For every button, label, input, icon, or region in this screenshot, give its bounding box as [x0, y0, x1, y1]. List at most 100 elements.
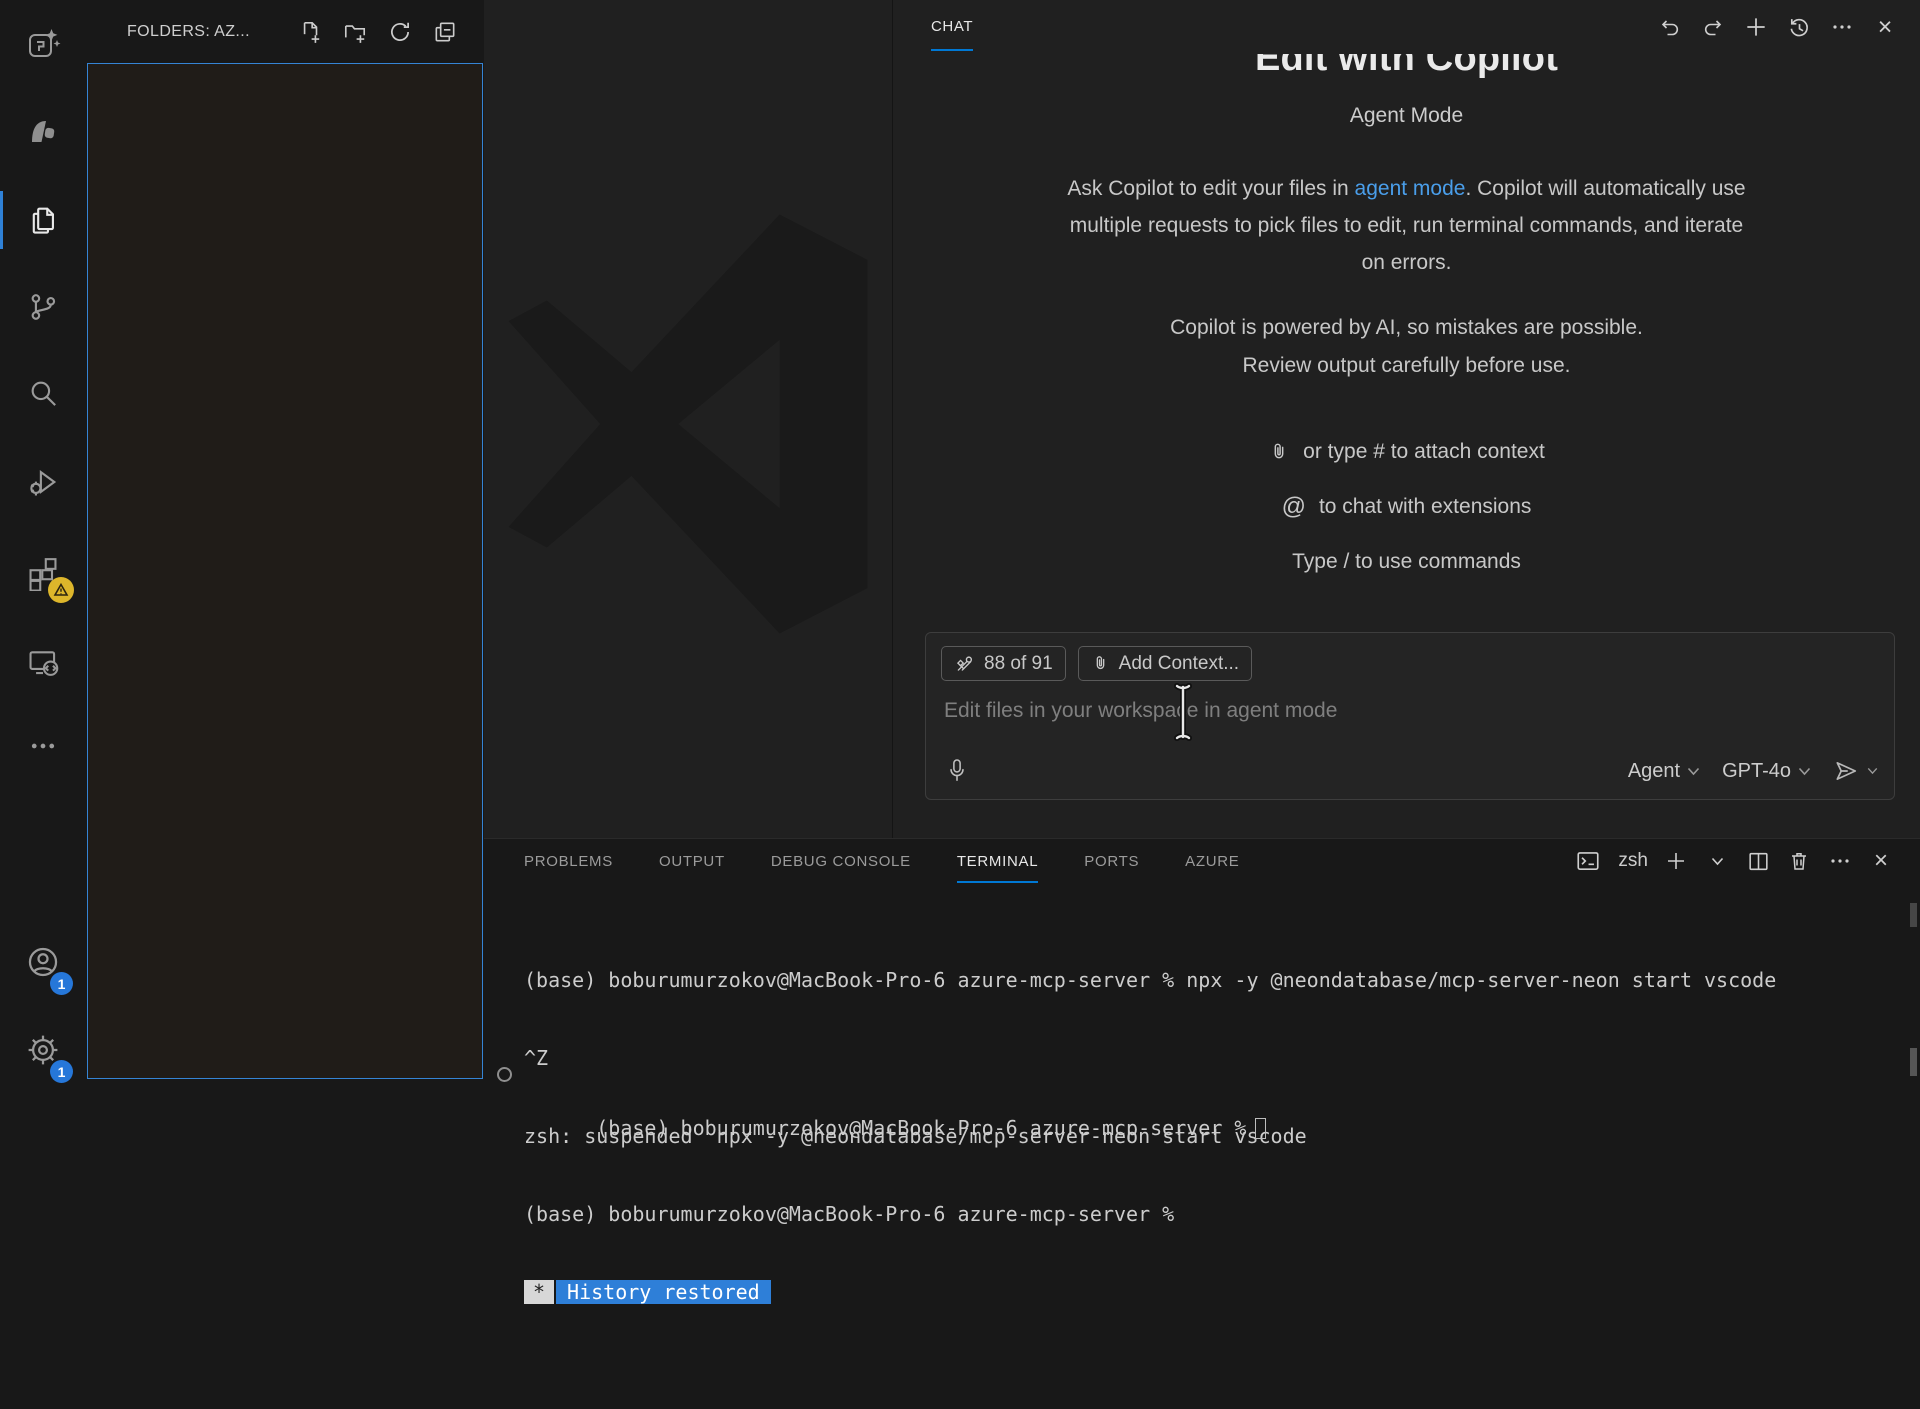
- terminal-line: (base) boburumurzokov@MacBook-Pro-6 azur…: [524, 1201, 1896, 1227]
- tab-chat[interactable]: CHAT: [931, 0, 973, 51]
- model-selector[interactable]: GPT-4o: [1722, 760, 1811, 783]
- panel-actions: zsh ×: [1575, 839, 1894, 883]
- chat-title-container: Edit with Copilot: [893, 54, 1920, 91]
- mode-selector-label: Agent: [1628, 760, 1680, 783]
- git-branch-icon: [26, 290, 60, 324]
- redo-icon[interactable]: [1698, 12, 1728, 42]
- add-context-button[interactable]: Add Context...: [1078, 646, 1252, 681]
- run-debug-activity-button[interactable]: [0, 444, 86, 520]
- history-restored-line: *History restored: [524, 1279, 1896, 1305]
- terminal-dropdown-chevron-icon[interactable]: [1704, 847, 1730, 875]
- send-button[interactable]: [1833, 758, 1878, 784]
- sidebar-actions: [297, 0, 458, 64]
- copilot-sparkle-icon: [25, 27, 61, 63]
- chevron-down-icon: [1687, 767, 1700, 776]
- settings-button[interactable]: 1: [0, 1012, 86, 1088]
- search-icon: [26, 376, 60, 410]
- terminal-scrollbar-handle[interactable]: [1910, 1048, 1917, 1076]
- terminal-shell-icon: [1575, 847, 1601, 875]
- chat-caution-paragraph: Copilot is powered by AI, so mistakes ar…: [1062, 309, 1752, 385]
- caution-line-2: Review output carefully before use.: [1062, 347, 1752, 385]
- split-terminal-button[interactable]: [1745, 847, 1771, 875]
- extension-logo-icon: [24, 112, 62, 150]
- chat-welcome-subtitle: Agent Mode: [893, 104, 1920, 128]
- chat-welcome-title: Edit with Copilot: [893, 54, 1920, 80]
- source-control-activity-button[interactable]: [0, 269, 86, 345]
- folders-section-title: FOLDERS: AZ...: [127, 23, 250, 41]
- copilot-edits-activity-button[interactable]: [0, 7, 86, 83]
- new-file-button[interactable]: [297, 19, 323, 45]
- agent-mode-link[interactable]: agent mode: [1355, 177, 1466, 200]
- tab-debug-console[interactable]: DEBUG CONSOLE: [771, 839, 911, 883]
- hint-commands: Type / to use commands: [1292, 545, 1521, 579]
- search-activity-button[interactable]: [0, 355, 86, 431]
- refresh-button[interactable]: [387, 19, 413, 45]
- tab-ports[interactable]: PORTS: [1084, 839, 1139, 883]
- shell-name-label[interactable]: zsh: [1618, 850, 1648, 872]
- kill-terminal-button[interactable]: [1786, 847, 1812, 875]
- paperclip-small-icon: [1091, 653, 1110, 674]
- extensions-activity-button[interactable]: [0, 535, 86, 611]
- collapse-all-button[interactable]: [432, 19, 458, 45]
- send-options-chevron-icon: [1867, 767, 1878, 775]
- hint-attach-context: or type # to attach context: [1268, 435, 1545, 469]
- terminal-cursor: [1255, 1118, 1266, 1139]
- terminal-scrollbar[interactable]: [1910, 903, 1917, 927]
- history-star-badge: *: [524, 1280, 554, 1304]
- add-context-label: Add Context...: [1119, 653, 1239, 675]
- terminal-line: (base) boburumurzokov@MacBook-Pro-6 azur…: [524, 967, 1896, 993]
- chat-header: CHAT: [893, 0, 1920, 54]
- remote-explorer-activity-button[interactable]: [0, 624, 86, 700]
- panel-more-actions-icon[interactable]: [1827, 847, 1853, 875]
- accounts-badge: 1: [50, 972, 73, 995]
- paperclip-icon: [1268, 440, 1290, 464]
- new-terminal-button[interactable]: [1663, 847, 1689, 875]
- folder-tree-empty[interactable]: [87, 63, 483, 1079]
- hint-extensions-text: to chat with extensions: [1319, 495, 1531, 519]
- accounts-button[interactable]: 1: [0, 924, 86, 1000]
- extension-logo-activity-button[interactable]: [0, 93, 86, 169]
- model-selector-label: GPT-4o: [1722, 760, 1791, 783]
- remote-monitor-icon: [25, 644, 61, 680]
- chat-input-placeholder[interactable]: Edit files in your workspace in agent mo…: [944, 699, 1337, 723]
- at-symbol-icon: @: [1282, 493, 1306, 521]
- new-chat-icon[interactable]: [1741, 12, 1771, 42]
- terminal-prompt-line: (base) boburumurzokov@MacBook-Pro-6 azur…: [524, 1063, 1266, 1089]
- chat-intro-paragraph: Ask Copilot to edit your files in agent …: [1062, 170, 1752, 281]
- mode-selector[interactable]: Agent: [1628, 760, 1700, 783]
- microphone-icon[interactable]: [942, 754, 972, 788]
- chat-header-actions: ×: [1655, 0, 1900, 54]
- chat-history-icon[interactable]: [1784, 12, 1814, 42]
- history-restored-badge: History restored: [556, 1280, 771, 1304]
- new-folder-button[interactable]: [342, 19, 368, 45]
- copilot-chat-panel: CHAT: [892, 0, 1920, 838]
- more-views-button[interactable]: [0, 708, 86, 784]
- chat-hints: or type # to attach context @ to chat wi…: [893, 435, 1920, 579]
- debug-play-bug-icon: [26, 465, 60, 499]
- intro-text-pre: Ask Copilot to edit your files in: [1067, 177, 1354, 200]
- files-icon: [26, 203, 60, 237]
- editor-area[interactable]: [484, 0, 892, 838]
- ellipsis-icon: [28, 731, 58, 761]
- tab-output[interactable]: OUTPUT: [659, 839, 725, 883]
- close-panel-button[interactable]: ×: [1868, 847, 1894, 875]
- text-cursor-pointer: [1169, 681, 1197, 743]
- close-panel-icon[interactable]: ×: [1870, 12, 1900, 42]
- chat-input-bottom-row: Agent GPT-4o: [942, 752, 1878, 790]
- chat-input-box[interactable]: 88 of 91 Add Context... Edit files in yo…: [925, 632, 1895, 800]
- tab-terminal[interactable]: TERMINAL: [957, 839, 1038, 883]
- hint-extensions: @ to chat with extensions: [1282, 490, 1532, 524]
- more-actions-icon[interactable]: [1827, 12, 1857, 42]
- panel-tabs: PROBLEMS OUTPUT DEBUG CONSOLE TERMINAL P…: [524, 839, 1240, 883]
- tab-azure[interactable]: AZURE: [1185, 839, 1239, 883]
- explorer-activity-button[interactable]: [0, 182, 86, 258]
- chevron-down-icon: [1798, 767, 1811, 776]
- send-plane-icon: [1833, 758, 1859, 784]
- tools-count-label: 88 of 91: [984, 653, 1053, 675]
- terminal-output[interactable]: (base) boburumurzokov@MacBook-Pro-6 azur…: [524, 915, 1896, 1409]
- chat-input-controls: Agent GPT-4o: [1628, 758, 1878, 784]
- extensions-warning-badge: [48, 577, 74, 603]
- tab-problems[interactable]: PROBLEMS: [524, 839, 613, 883]
- tools-selector-button[interactable]: 88 of 91: [941, 646, 1066, 681]
- undo-icon[interactable]: [1655, 12, 1685, 42]
